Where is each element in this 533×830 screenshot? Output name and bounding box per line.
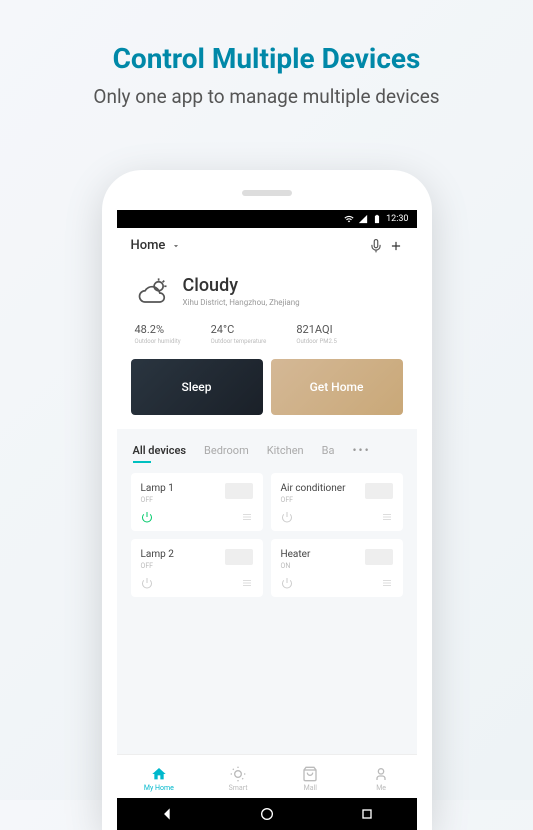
- signal-icon: [358, 214, 368, 224]
- scene-sleep[interactable]: Sleep: [131, 359, 263, 415]
- plus-icon[interactable]: [389, 239, 403, 253]
- scene-row: Sleep Get Home: [117, 359, 417, 429]
- scene-get-home[interactable]: Get Home: [271, 359, 403, 415]
- device-heater-image: [365, 549, 393, 565]
- status-time: 12:30: [386, 214, 408, 224]
- menu-icon[interactable]: [241, 577, 253, 589]
- menu-icon[interactable]: [241, 511, 253, 523]
- menu-icon[interactable]: [381, 577, 393, 589]
- menu-icon[interactable]: [381, 511, 393, 523]
- mic-icon[interactable]: [369, 239, 383, 253]
- tab-all-devices[interactable]: All devices: [133, 444, 187, 457]
- device-lamp-1[interactable]: Lamp 1 OFF: [131, 473, 263, 531]
- tabs-more-icon[interactable]: •••: [352, 443, 370, 457]
- phone-frame: 12:30 Home: [102, 170, 432, 830]
- recent-icon[interactable]: [359, 806, 375, 822]
- tab-kitchen[interactable]: Kitchen: [267, 444, 304, 457]
- device-air-conditioner[interactable]: Air conditioner OFF: [271, 473, 403, 531]
- mall-icon: [302, 766, 318, 782]
- app-header: Home: [117, 228, 417, 263]
- power-icon[interactable]: [141, 577, 153, 589]
- device-ac-image: [365, 483, 393, 499]
- power-icon[interactable]: [281, 511, 293, 523]
- device-tabs: All devices Bedroom Kitchen Ba •••: [117, 429, 417, 465]
- tab-bedroom[interactable]: Bedroom: [204, 444, 249, 457]
- user-icon: [373, 766, 389, 782]
- wifi-icon: [344, 214, 354, 224]
- status-bar: 12:30: [117, 210, 417, 228]
- device-heater[interactable]: Heater ON: [271, 539, 403, 597]
- hero-subtitle: Only one app to manage multiple devices: [0, 85, 533, 108]
- cloudy-icon: [135, 275, 171, 311]
- bottom-nav: My Home Smart Mall Me: [117, 754, 417, 798]
- smart-icon: [230, 766, 246, 782]
- phone-screen: 12:30 Home: [117, 210, 417, 830]
- nav-smart[interactable]: Smart: [229, 766, 248, 792]
- tab-partial[interactable]: Ba: [322, 444, 335, 457]
- nav-me[interactable]: Me: [373, 766, 389, 792]
- device-lamp-image: [225, 483, 253, 499]
- phone-speaker: [242, 190, 292, 196]
- weather-location: Xihu District, Hangzhou, Zhejiang: [183, 298, 300, 307]
- app-screen: Home Cloudy Xihu D: [117, 228, 417, 788]
- device-lamp-2[interactable]: Lamp 2 OFF: [131, 539, 263, 597]
- stat-humidity: 48.2% Outdoor humidity: [135, 323, 181, 345]
- home-selector[interactable]: Home: [131, 238, 166, 253]
- android-nav: [117, 798, 417, 830]
- stat-aqi: 821AQI Outdoor PM2.5: [296, 323, 337, 345]
- hero-title: Control Multiple Devices: [0, 0, 533, 75]
- weather-condition: Cloudy: [183, 275, 300, 296]
- nav-my-home[interactable]: My Home: [144, 766, 174, 792]
- power-icon[interactable]: [141, 511, 153, 523]
- home-circle-icon[interactable]: [259, 806, 275, 822]
- nav-mall[interactable]: Mall: [302, 766, 318, 792]
- back-icon[interactable]: [159, 806, 175, 822]
- chevron-down-icon[interactable]: [171, 241, 181, 251]
- device-grid: Lamp 1 OFF Air conditioner OFF Lamp 2 OF…: [117, 465, 417, 605]
- home-icon: [151, 766, 167, 782]
- weather-card[interactable]: Cloudy Xihu District, Hangzhou, Zhejiang…: [117, 263, 417, 359]
- stat-temperature: 24°C Outdoor temperature: [211, 323, 267, 345]
- power-icon[interactable]: [281, 577, 293, 589]
- device-lamp-image: [225, 549, 253, 565]
- battery-icon: [372, 214, 382, 224]
